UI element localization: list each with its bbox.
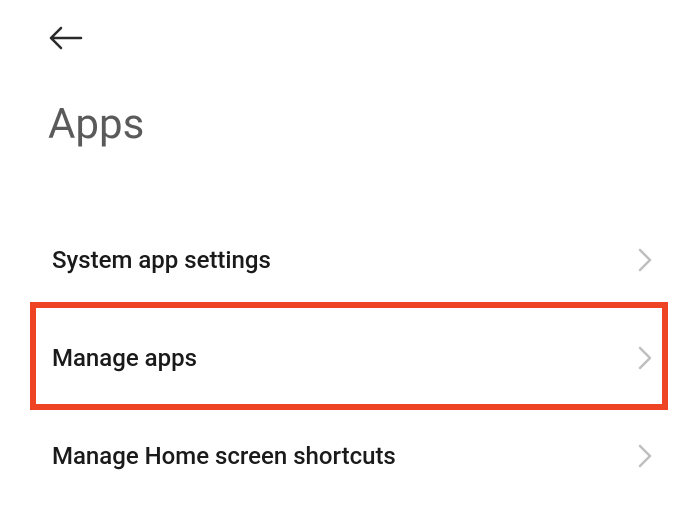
list-item-manage-apps[interactable]: Manage apps	[0, 302, 700, 414]
list-item-system-app-settings[interactable]: System app settings	[0, 218, 700, 302]
list-item-label: Manage Home screen shortcuts	[52, 442, 396, 470]
list-item-manage-home-screen-shortcuts[interactable]: Manage Home screen shortcuts	[0, 414, 700, 498]
chevron-right-icon	[638, 248, 652, 272]
settings-list: System app settings Manage apps Manage H…	[0, 218, 700, 498]
chevron-right-icon	[638, 346, 652, 370]
chevron-right-icon	[638, 444, 652, 468]
back-button[interactable]	[48, 24, 84, 52]
arrow-left-icon	[49, 26, 83, 50]
list-item-label: System app settings	[52, 246, 271, 274]
list-item-label: Manage apps	[52, 344, 197, 372]
page-title: Apps	[48, 100, 144, 149]
